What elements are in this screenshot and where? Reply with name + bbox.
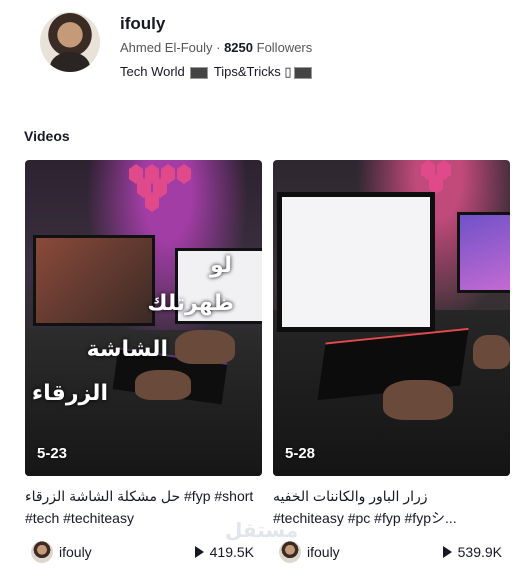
bio-text-1: Tech World bbox=[120, 64, 185, 79]
keyboard-icon bbox=[293, 66, 312, 79]
overlay-text-line: الزرقاء bbox=[31, 380, 108, 405]
description-arabic: زرار الباور والكاننات الخفيه bbox=[273, 488, 428, 504]
author-avatar[interactable] bbox=[279, 541, 301, 563]
overlay-text-line: الشاشة bbox=[86, 336, 168, 361]
meta-separator: · bbox=[216, 40, 221, 55]
video-card[interactable]: لو ظهرتلك الشاشة الزرقاء 5-23 حل مشكلة ا… bbox=[25, 160, 262, 563]
play-count: 419.5K bbox=[194, 544, 254, 560]
author-name[interactable]: ifouly bbox=[307, 544, 340, 560]
followers-label: Followers bbox=[256, 40, 313, 55]
play-icon bbox=[442, 546, 452, 558]
profile-header: ifouly Ahmed El-Fouly · 8250 Followers T… bbox=[40, 12, 500, 92]
laptop-icon bbox=[190, 66, 209, 79]
bio-glyph: ▯ bbox=[284, 64, 292, 79]
video-thumbnail[interactable]: 5-28 bbox=[273, 160, 510, 476]
video-duration: 5-28 bbox=[285, 445, 316, 462]
video-duration: 5-23 bbox=[37, 445, 68, 462]
followers-count: 8250 bbox=[224, 40, 253, 55]
monitor-game bbox=[33, 235, 155, 326]
video-description[interactable]: زرار الباور والكاننات الخفيه #techiteasy… bbox=[273, 485, 510, 529]
video-card[interactable]: 5-28 زرار الباور والكاننات الخفيه #techi… bbox=[273, 160, 510, 563]
play-count-value: 539.9K bbox=[457, 544, 502, 560]
overlay-text-line: ظهرتلك bbox=[147, 290, 234, 315]
overlay-text-line: لو bbox=[209, 252, 232, 277]
profile-meta: Ahmed El-Fouly · 8250 Followers bbox=[120, 40, 312, 55]
play-count-value: 419.5K bbox=[209, 544, 254, 560]
description-arabic: حل مشكلة الشاشة الزرقاء bbox=[25, 488, 181, 504]
bio-text-2: Tips&Tricks bbox=[213, 64, 281, 79]
description-tags[interactable]: #techiteasy #pc #fyp #fypシ... bbox=[273, 510, 457, 526]
display-name: Ahmed El-Fouly bbox=[120, 40, 213, 55]
monitor-secondary bbox=[457, 212, 510, 293]
description-tags[interactable]: #fyp #short bbox=[180, 488, 253, 504]
monitor-main bbox=[277, 192, 435, 332]
profile-avatar[interactable] bbox=[40, 12, 100, 72]
play-icon bbox=[194, 546, 204, 558]
author-name[interactable]: ifouly bbox=[59, 544, 92, 560]
video-thumbnail[interactable]: لو ظهرتلك الشاشة الزرقاء 5-23 bbox=[25, 160, 262, 476]
profile-bio: Tech World Tips&Tricks ▯ bbox=[120, 64, 314, 80]
description-tags[interactable]: #tech #techiteasy bbox=[25, 510, 134, 526]
hand bbox=[473, 335, 510, 369]
neon-hex-light bbox=[177, 164, 191, 184]
hand bbox=[135, 370, 191, 400]
video-meta-row: ifouly 419.5K bbox=[25, 541, 262, 563]
section-title: Videos bbox=[24, 128, 70, 144]
author-avatar[interactable] bbox=[31, 541, 53, 563]
hand bbox=[383, 380, 453, 420]
video-meta-row: ifouly 539.9K bbox=[273, 541, 510, 563]
profile-username[interactable]: ifouly bbox=[120, 14, 165, 34]
hand bbox=[175, 330, 235, 364]
play-count: 539.9K bbox=[442, 544, 502, 560]
watermark: مستقل bbox=[225, 520, 299, 542]
